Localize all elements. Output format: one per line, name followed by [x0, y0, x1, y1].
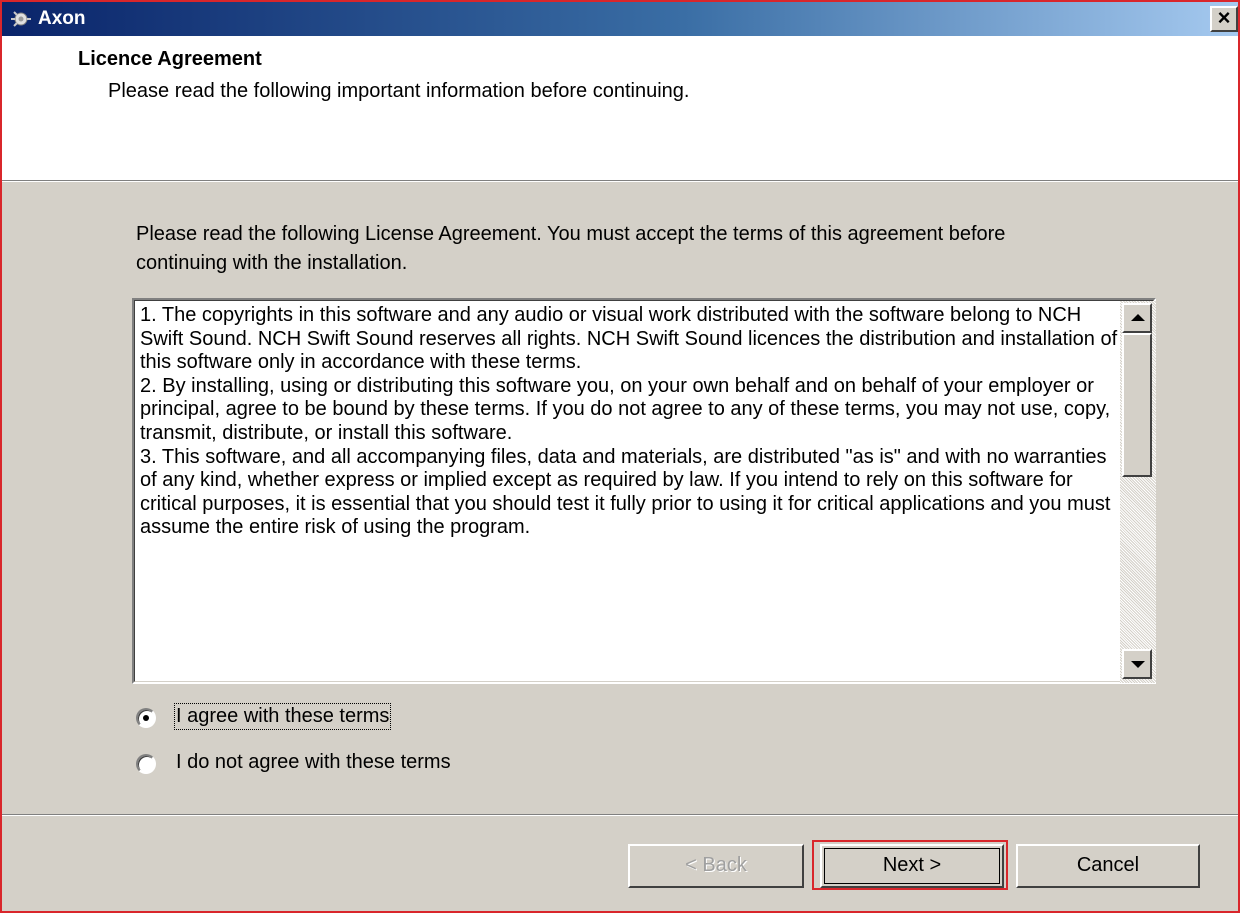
scroll-down-arrow-icon	[1131, 661, 1145, 668]
page-subtitle: Please read the following important info…	[108, 80, 690, 102]
agree-radio[interactable]	[136, 708, 156, 728]
scrollbar-thumb[interactable]	[1122, 333, 1152, 477]
close-button[interactable]: ×	[1210, 6, 1238, 32]
scroll-up-button[interactable]	[1122, 303, 1152, 333]
license-text: 1. The copyrights in this software and a…	[140, 304, 1120, 540]
installer-window: Axon × Licence Agreement Please read the…	[0, 0, 1240, 913]
close-icon: ×	[1217, 5, 1231, 30]
license-textbox-frame: 1. The copyrights in this software and a…	[134, 300, 1156, 683]
page-title: Licence Agreement	[78, 48, 262, 70]
scroll-down-button[interactable]	[1122, 649, 1152, 679]
scroll-up-arrow-icon	[1131, 314, 1145, 321]
header-divider	[2, 181, 1238, 182]
license-textbox[interactable]: 1. The copyrights in this software and a…	[132, 298, 1156, 684]
next-button[interactable]: Next >	[820, 844, 1004, 888]
disagree-label[interactable]: I do not agree with these terms	[176, 751, 451, 774]
back-button[interactable]: < Back	[628, 844, 804, 888]
vertical-scrollbar[interactable]	[1120, 301, 1156, 683]
cancel-button[interactable]: Cancel	[1016, 844, 1200, 888]
license-paragraph: 1. The copyrights in this software and a…	[140, 304, 1118, 374]
disagree-radio[interactable]	[136, 754, 156, 774]
next-button-focus-border	[824, 848, 1000, 884]
app-icon	[11, 11, 31, 27]
window-title: Axon	[38, 8, 86, 29]
agree-label[interactable]: I agree with these terms	[173, 703, 392, 730]
radio-selected-dot	[143, 715, 149, 721]
intro-text: Please read the following License Agreem…	[136, 223, 1006, 274]
header-panel: Licence Agreement Please read the follow…	[2, 36, 1238, 181]
footer-divider-highlight	[2, 815, 1238, 816]
license-paragraph: 2. By installing, using or distributing …	[140, 374, 1111, 444]
title-bar[interactable]: Axon ×	[2, 2, 1238, 36]
license-paragraph: 3. This software, and all accompanying f…	[140, 445, 1111, 539]
